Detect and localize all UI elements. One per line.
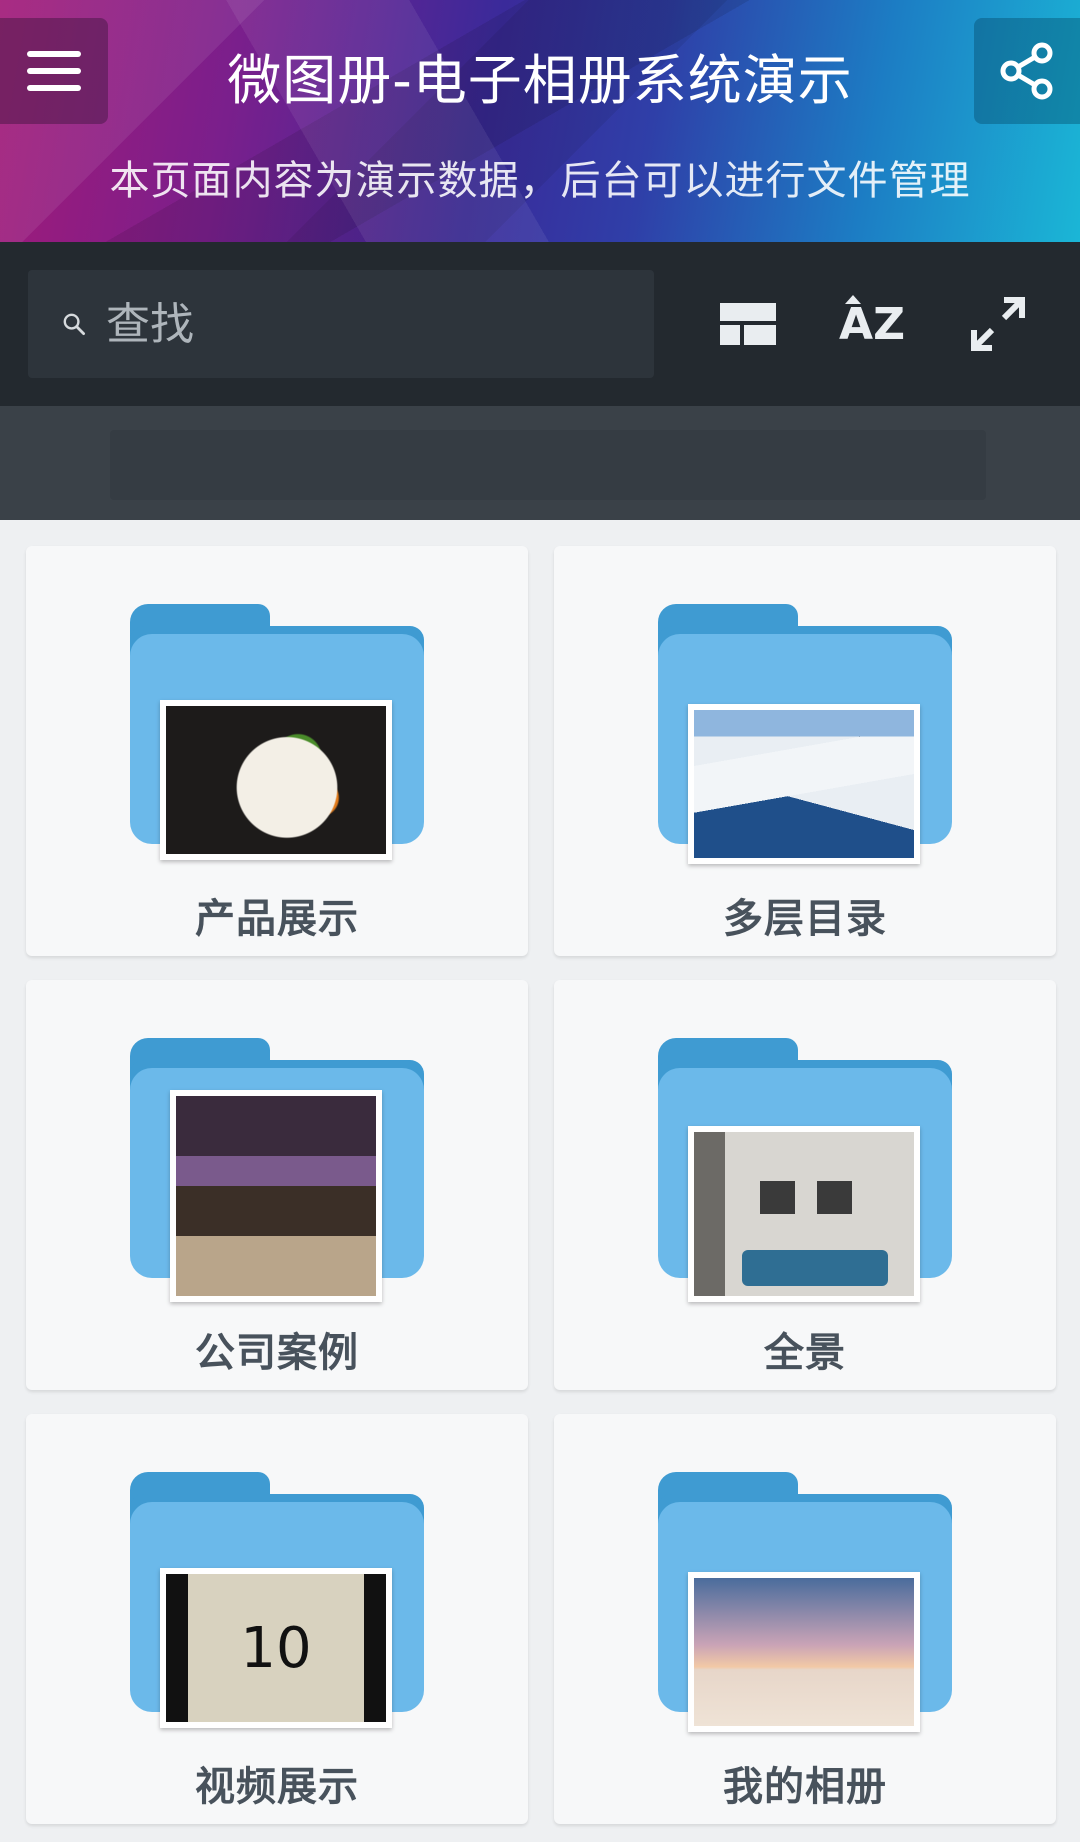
folder-icon (658, 1472, 952, 1732)
living-room-photo (694, 1132, 914, 1296)
sort-az-icon: AZ (839, 294, 905, 350)
layout-toggle-button[interactable] (708, 282, 788, 366)
folder-label: 公司案例 (195, 1330, 359, 1376)
folder-thumbnail (688, 1126, 920, 1302)
folder-thumbnail (688, 704, 920, 864)
folder-card-panorama[interactable]: 全景 (554, 980, 1056, 1390)
sort-button[interactable]: AZ (832, 282, 912, 366)
folder-card-cases[interactable]: 公司案例 (26, 980, 528, 1390)
breadcrumb-bar (0, 406, 1080, 520)
folder-label: 多层目录 (723, 896, 887, 942)
folder-label: 我的相册 (723, 1764, 887, 1810)
folder-label: 全景 (764, 1330, 846, 1376)
layout-toggle-icon (720, 303, 776, 345)
search-input[interactable] (106, 284, 654, 364)
breadcrumb (110, 430, 986, 500)
share-button[interactable] (974, 18, 1080, 124)
page-title: 微图册-电子相册系统演示 (227, 49, 853, 112)
folder-icon (130, 1038, 424, 1302)
search-icon (63, 313, 85, 335)
film-countdown-number: 10 (240, 1615, 312, 1681)
page-subtitle: 本页面内容为演示数据，后台可以进行文件管理 (109, 158, 971, 204)
folder-card-my-album[interactable]: 我的相册 (554, 1414, 1056, 1824)
fullscreen-button[interactable] (958, 282, 1038, 366)
folder-icon (658, 604, 952, 864)
fullscreen-icon (971, 297, 1025, 351)
restaurant-interior-photo (176, 1096, 376, 1296)
folder-card-videos[interactable]: 10 视频展示 (26, 1414, 528, 1824)
folder-thumbnail (170, 1090, 382, 1302)
film-countdown-photo: 10 (166, 1574, 386, 1722)
folder-icon (658, 1038, 952, 1302)
folder-icon (130, 604, 424, 864)
folder-grid: 产品展示 多层目录 公司案例 全景 10 视频展示 我的相册 (0, 520, 1080, 1842)
app-header: 微图册-电子相册系统演示 本页面内容为演示数据，后台可以进行文件管理 (0, 0, 1080, 242)
search-box[interactable] (28, 270, 654, 378)
folder-thumbnail (688, 1572, 920, 1732)
folder-card-products[interactable]: 产品展示 (26, 546, 528, 956)
snow-mountain-photo (694, 710, 914, 858)
food-photo (166, 706, 386, 854)
folder-thumbnail (160, 700, 392, 860)
folder-icon: 10 (130, 1472, 424, 1732)
toolbar: AZ (0, 242, 1080, 406)
folder-card-multilevel[interactable]: 多层目录 (554, 546, 1056, 956)
beach-sunset-photo (694, 1578, 914, 1726)
folder-label: 视频展示 (195, 1764, 359, 1810)
share-icon (1000, 42, 1053, 100)
folder-thumbnail: 10 (160, 1568, 392, 1728)
folder-label: 产品展示 (195, 896, 359, 942)
